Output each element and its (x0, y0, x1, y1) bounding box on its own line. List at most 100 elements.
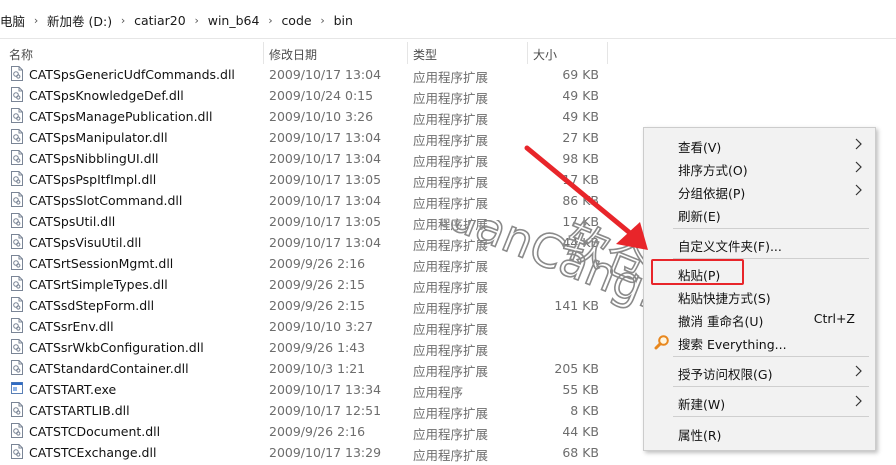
file-type: 应用程序扩展 (413, 238, 489, 253)
chevron-right-icon[interactable]: › (259, 14, 281, 27)
file-row[interactable]: CATSpsManagePublication.dll 2009/10/10 3:… (0, 106, 896, 127)
menu-item-undo-rename[interactable]: 撤消 重命名(U) Ctrl+Z (644, 308, 875, 330)
menu-item-customize-folder[interactable]: 自定义文件夹(F)... (644, 233, 875, 255)
keyboard-shortcut: Ctrl+Z (813, 311, 855, 326)
file-size: 27 KB (562, 130, 599, 145)
file-name: CATSrtSimpleTypes.dll (29, 277, 168, 292)
menu-item-sort-by[interactable]: 排序方式(O) (644, 157, 875, 179)
column-header-date[interactable]: 修改日期 (269, 46, 317, 63)
breadcrumb-item-pc[interactable]: 电脑 (0, 11, 25, 30)
chevron-right-icon (855, 184, 862, 196)
file-size: 141 KB (554, 298, 599, 313)
menu-item-label: 刷新(E) (678, 209, 721, 224)
column-divider[interactable] (263, 42, 264, 64)
menu-item-grant-access[interactable]: 授予访问权限(G) (644, 361, 875, 383)
file-name: CATSTCDocument.dll (29, 424, 161, 439)
breadcrumb-item-bin[interactable]: bin (334, 13, 353, 28)
menu-item-properties[interactable]: 属性(R) (644, 422, 875, 444)
dll-file-icon (11, 297, 23, 312)
file-type: 应用程序扩展 (413, 280, 489, 295)
menu-item-paste-shortcut[interactable]: 粘贴快捷方式(S) (644, 285, 875, 307)
file-name: CATSpsSlotCommand.dll (29, 193, 183, 208)
file-size: 44 KB (562, 424, 599, 439)
menu-item-search-everything[interactable]: 搜索 Everything... (644, 331, 875, 353)
file-type: 应用程序扩展 (413, 133, 489, 148)
menu-separator (673, 356, 869, 357)
file-name: CATSpsKnowledgeDef.dll (29, 88, 184, 103)
file-name: CATSsdStepForm.dll (29, 298, 155, 313)
dll-file-icon (11, 318, 23, 333)
file-type: 应用程序扩展 (413, 406, 489, 421)
dll-file-icon (11, 339, 23, 354)
column-divider[interactable] (527, 42, 528, 64)
file-size: 98 KB (562, 151, 599, 166)
column-header-type[interactable]: 类型 (413, 46, 437, 63)
file-date: 2009/10/17 13:04 (269, 151, 382, 166)
dll-file-icon (11, 171, 23, 186)
menu-item-new[interactable]: 新建(W) (644, 391, 875, 413)
file-date: 2009/10/17 13:04 (269, 235, 382, 250)
file-date: 2009/9/26 2:16 (269, 424, 366, 439)
chevron-right-icon[interactable]: › (186, 14, 208, 27)
file-type: 应用程序扩展 (413, 322, 489, 337)
column-divider[interactable] (607, 42, 608, 64)
chevron-right-icon (855, 395, 862, 407)
breadcrumb-item-drive[interactable]: 新加卷 (D:) (47, 11, 112, 30)
menu-separator (673, 228, 869, 229)
column-divider[interactable] (407, 42, 408, 64)
menu-item-label: 新建(W) (678, 397, 726, 412)
menu-item-refresh[interactable]: 刷新(E) (644, 203, 875, 225)
breadcrumb-item-code[interactable]: code (281, 13, 311, 28)
chevron-right-icon[interactable]: › (112, 14, 134, 27)
column-header-name[interactable]: 名称 (9, 46, 33, 63)
menu-item-group-by[interactable]: 分组依据(P) (644, 180, 875, 202)
dll-file-icon (11, 360, 23, 375)
file-size: 17 KB (562, 214, 599, 229)
column-header-size[interactable]: 大小 (533, 46, 557, 63)
file-name: CATSsrEnv.dll (29, 319, 114, 334)
file-date: 2009/9/26 2:15 (269, 277, 366, 292)
file-row[interactable]: CATSpsKnowledgeDef.dll 2009/10/24 0:15 应用程… (0, 85, 896, 106)
dll-file-icon (11, 402, 23, 417)
chevron-right-icon[interactable]: › (312, 14, 334, 27)
file-type: 应用程序扩展 (413, 217, 489, 232)
file-size: 49 KB (562, 88, 599, 103)
file-type: 应用程序扩展 (413, 175, 489, 190)
file-type: 应用程序扩展 (413, 301, 489, 316)
column-headers: 名称 修改日期 类型 大小 (0, 42, 896, 64)
file-type: 应用程序扩展 (413, 427, 489, 442)
file-name: CATSrtSessionMgmt.dll (29, 256, 174, 271)
dll-file-icon (11, 423, 23, 438)
file-name: CATSTCExchange.dll (29, 445, 157, 460)
file-date: 2009/10/10 3:27 (269, 319, 374, 334)
menu-item-label: 查看(V) (678, 140, 722, 155)
menu-separator (673, 416, 869, 417)
chevron-right-icon (855, 161, 862, 173)
file-date: 2009/9/26 2:16 (269, 256, 366, 271)
menu-item-label: 属性(R) (678, 428, 722, 443)
chevron-right-icon[interactable]: › (25, 14, 47, 27)
file-date: 2009/10/17 13:05 (269, 214, 382, 229)
file-size: 17 KB (562, 172, 599, 187)
menu-item-label: 排序方式(O) (678, 163, 748, 178)
file-name: CATSpsPspItfImpl.dll (29, 172, 157, 187)
file-row[interactable]: CATSpsGenericUdfCommands.dll 2009/10/17 1… (0, 64, 896, 85)
file-date: 2009/10/3 1:21 (269, 361, 366, 376)
file-size: 86 KB (562, 193, 599, 208)
dll-file-icon (11, 129, 23, 144)
menu-item-label: 自定义文件夹(F)... (678, 239, 782, 254)
menu-item-view[interactable]: 查看(V) (644, 134, 875, 156)
magnifier-icon (654, 335, 669, 350)
file-date: 2009/10/17 12:51 (269, 403, 382, 418)
address-bar[interactable]: 电脑 › 新加卷 (D:) › catiar20 › win_b64 › cod… (0, 0, 896, 39)
breadcrumb-item-catiar20[interactable]: catiar20 (134, 13, 186, 28)
file-date: 2009/10/17 13:04 (269, 130, 382, 145)
chevron-right-icon (855, 365, 862, 377)
highlight-box (651, 259, 744, 285)
file-date: 2009/10/24 0:15 (269, 88, 374, 103)
breadcrumb-item-win-b64[interactable]: win_b64 (208, 13, 260, 28)
file-date: 2009/10/17 13:34 (269, 382, 382, 397)
dll-file-icon (11, 213, 23, 228)
file-date: 2009/10/17 13:05 (269, 172, 382, 187)
dll-file-icon (11, 255, 23, 270)
